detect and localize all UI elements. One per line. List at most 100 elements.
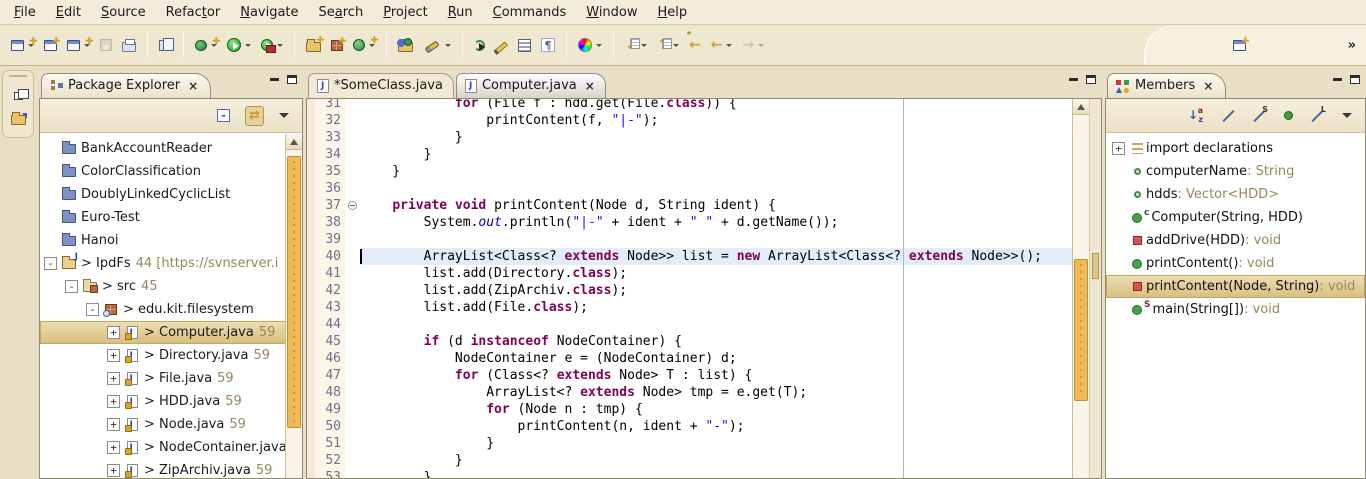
close-icon[interactable]: ×	[1203, 79, 1213, 93]
folding-ruler[interactable]	[345, 99, 361, 112]
tree-row[interactable]: ColorClassification	[40, 160, 302, 183]
show-source-button[interactable]	[515, 35, 534, 56]
scrollbar-thumb[interactable]	[287, 156, 301, 428]
folding-ruler[interactable]	[345, 214, 361, 231]
line-number[interactable]: 49	[315, 401, 345, 418]
annotation-ruler[interactable]	[307, 197, 315, 214]
folding-ruler[interactable]	[345, 231, 361, 248]
view-menu-button[interactable]	[1339, 111, 1355, 120]
menu-navigate[interactable]: Navigate	[230, 2, 308, 23]
code-line[interactable]: 41 list.add(Directory.class);	[307, 265, 1072, 282]
annotation-ruler[interactable]	[307, 418, 315, 435]
folding-ruler[interactable]	[345, 469, 361, 478]
annotation-ruler[interactable]	[307, 265, 315, 282]
code-line[interactable]: 47 for (Class<? extends Node> T : list) …	[307, 367, 1072, 384]
line-number[interactable]: 35	[315, 163, 345, 180]
collapse-icon[interactable]: -	[86, 303, 99, 316]
run-last-tool-button[interactable]	[471, 36, 488, 55]
line-number[interactable]: 31	[315, 99, 345, 112]
code-line[interactable]: 33 }	[307, 129, 1072, 146]
editor-tab-computerjava[interactable]: Computer.java×	[456, 73, 606, 98]
scroll-up-button[interactable]	[286, 134, 302, 150]
expand-icon[interactable]: +	[1112, 142, 1125, 155]
external-tools-button[interactable]	[258, 35, 286, 55]
line-number[interactable]: 50	[315, 418, 345, 435]
menu-project[interactable]: Project	[373, 2, 438, 23]
tree-row[interactable]: +> Node.java59	[40, 413, 302, 436]
annotation-ruler[interactable]	[307, 401, 315, 418]
new-class-button[interactable]: +	[350, 35, 378, 55]
menu-file[interactable]: File	[4, 2, 46, 23]
dropdown-arrow-icon[interactable]	[211, 44, 217, 47]
folding-ruler[interactable]	[345, 163, 361, 180]
tree-row[interactable]: BankAccountReader	[40, 137, 302, 160]
line-number[interactable]: 38	[315, 214, 345, 231]
code-line[interactable]: 45 if (d instanceof NodeContainer) {	[307, 333, 1072, 350]
dropdown-arrow-icon[interactable]	[445, 44, 451, 47]
folding-ruler[interactable]	[345, 333, 361, 350]
hide-fields-button[interactable]	[1219, 107, 1238, 124]
new-window-button[interactable]: +	[41, 36, 60, 55]
folding-ruler[interactable]	[345, 129, 361, 146]
package-explorer-scrollbar[interactable]	[285, 134, 302, 478]
folding-ruler[interactable]	[345, 367, 361, 384]
folding-ruler[interactable]	[345, 180, 361, 197]
new-view-button[interactable]: +	[64, 36, 93, 55]
folding-ruler[interactable]	[345, 435, 361, 452]
line-number[interactable]: 32	[315, 112, 345, 129]
folding-ruler[interactable]	[345, 112, 361, 129]
editor-tab-someclassjava[interactable]: *SomeClass.java	[308, 73, 454, 98]
line-number[interactable]: 36	[315, 180, 345, 197]
line-number[interactable]: 51	[315, 435, 345, 452]
tree-row[interactable]: Hanoi	[40, 229, 302, 252]
folding-ruler[interactable]	[345, 350, 361, 367]
maximize-button[interactable]	[1086, 75, 1096, 84]
open-perspective-button[interactable]: +	[1230, 36, 1249, 55]
open-type-button[interactable]	[395, 35, 416, 56]
member-row[interactable]: printContent(Node, String) : void	[1106, 275, 1365, 298]
sort-button[interactable]: az	[1185, 106, 1207, 125]
annotation-ruler[interactable]	[307, 99, 315, 112]
annotation-ruler[interactable]	[307, 112, 315, 129]
line-number[interactable]: 39	[315, 231, 345, 248]
expand-icon[interactable]: +	[107, 441, 120, 454]
annotation-ruler[interactable]	[307, 248, 315, 265]
dropdown-arrow-icon[interactable]	[245, 44, 251, 47]
folding-ruler[interactable]	[345, 316, 361, 333]
dropdown-arrow-icon[interactable]	[596, 44, 602, 47]
collapse-fold-icon[interactable]	[348, 201, 357, 210]
highlight-button[interactable]	[492, 36, 511, 54]
tree-row[interactable]: -> src45	[40, 275, 302, 298]
show-whitespace-button[interactable]	[538, 34, 558, 56]
view-menu-button[interactable]	[276, 111, 292, 120]
line-number[interactable]: 48	[315, 384, 345, 401]
collapse-icon[interactable]: -	[65, 280, 78, 293]
menu-refactor[interactable]: Refactor	[156, 2, 231, 23]
code-line[interactable]: 51 }	[307, 435, 1072, 452]
line-number[interactable]: 47	[315, 367, 345, 384]
link-with-editor-button[interactable]: ⇄	[245, 106, 264, 126]
hide-local-types-button[interactable]: L	[1308, 107, 1327, 124]
code-line[interactable]: 39	[307, 231, 1072, 248]
folding-ruler[interactable]	[345, 418, 361, 435]
minimize-button[interactable]	[1333, 78, 1342, 81]
run-button[interactable]	[224, 34, 254, 56]
member-row[interactable]: computerName : String	[1106, 160, 1365, 183]
code-line[interactable]: 52 }	[307, 452, 1072, 469]
dropdown-arrow-icon[interactable]	[28, 44, 34, 47]
annotation-ruler[interactable]	[307, 214, 315, 231]
code-line[interactable]: 36	[307, 180, 1072, 197]
line-number[interactable]: 53	[315, 469, 345, 478]
hide-static-button[interactable]: S	[1250, 107, 1269, 124]
tree-row[interactable]: +> NodeContainer.java59	[40, 436, 302, 459]
search-button[interactable]	[420, 36, 454, 54]
tree-row[interactable]: +> HDD.java59	[40, 390, 302, 413]
code-line[interactable]: 42 list.add(ZipArchiv.class);	[307, 282, 1072, 299]
menu-source[interactable]: Source	[91, 2, 156, 23]
maximize-button[interactable]	[1350, 75, 1360, 84]
code-line[interactable]: 46 NodeContainer e = (NodeContainer) d;	[307, 350, 1072, 367]
annotation-ruler[interactable]	[307, 367, 315, 384]
next-annotation-button[interactable]	[622, 33, 650, 57]
expand-icon[interactable]: +	[107, 326, 120, 339]
dropdown-arrow-icon[interactable]	[369, 44, 375, 47]
